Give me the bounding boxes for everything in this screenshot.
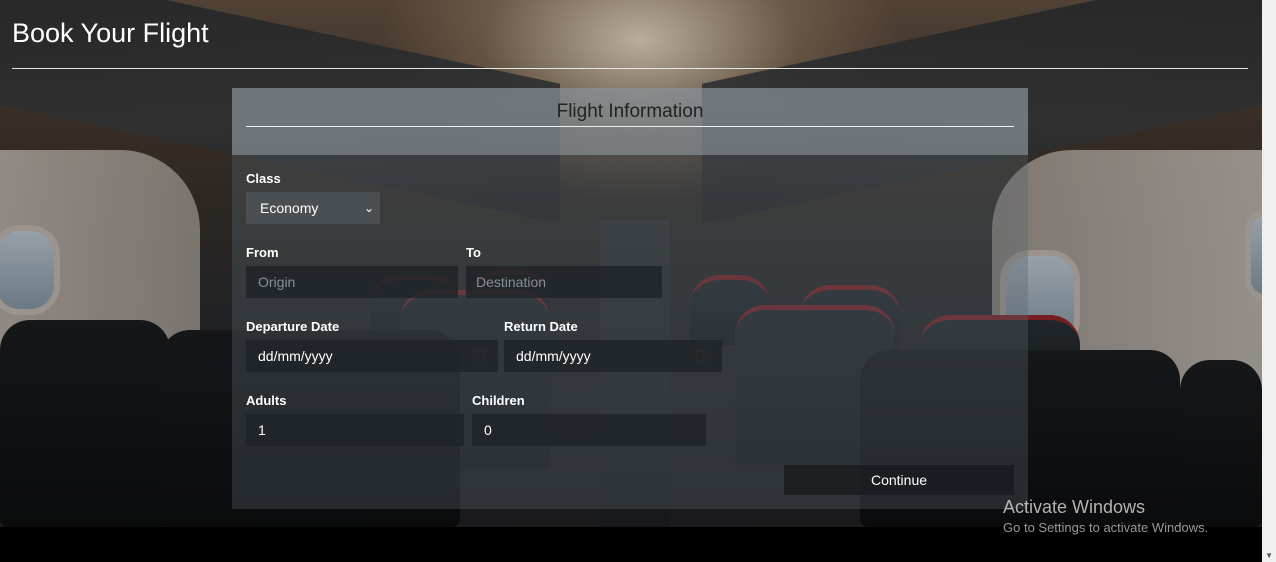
return-date-input[interactable]: dd/mm/yyyy [504,340,722,372]
departure-date-input[interactable]: dd/mm/yyyy [246,340,498,372]
return-date-label: Return Date [504,319,578,334]
page-title: Book Your Flight [12,18,209,48]
class-label: Class [246,171,281,186]
calendar-icon[interactable] [695,350,707,361]
to-label: To [466,245,481,260]
form-header: Flight Information [232,88,1028,155]
adults-input[interactable]: 1 [246,414,464,446]
activate-windows-subtitle: Go to Settings to activate Windows. [1003,520,1209,535]
children-input[interactable]: 0 [472,414,706,446]
activate-windows-title: Activate Windows [1003,497,1146,517]
class-select[interactable]: Economy ⌄ [246,192,380,224]
departure-date-value: dd/mm/yyyy [258,348,333,364]
form-header-divider [246,126,1014,127]
departure-date-label: Departure Date [246,319,340,334]
vertical-scrollbar[interactable]: ▼ [1262,0,1276,562]
calendar-icon[interactable] [473,350,485,361]
class-select-value: Economy [260,200,319,216]
origin-input[interactable]: Origin [246,266,458,298]
return-date-value: dd/mm/yyyy [516,348,591,364]
adults-label: Adults [246,393,287,408]
continue-button[interactable]: Continue [784,465,1014,495]
from-label: From [246,245,279,260]
children-label: Children [472,393,525,408]
destination-input[interactable]: Destination [466,266,662,298]
scroll-down-arrow-icon[interactable]: ▼ [1265,551,1273,560]
form-title: Flight Information [556,101,704,122]
chevron-down-icon: ⌄ [363,201,374,215]
header-divider [12,68,1248,69]
